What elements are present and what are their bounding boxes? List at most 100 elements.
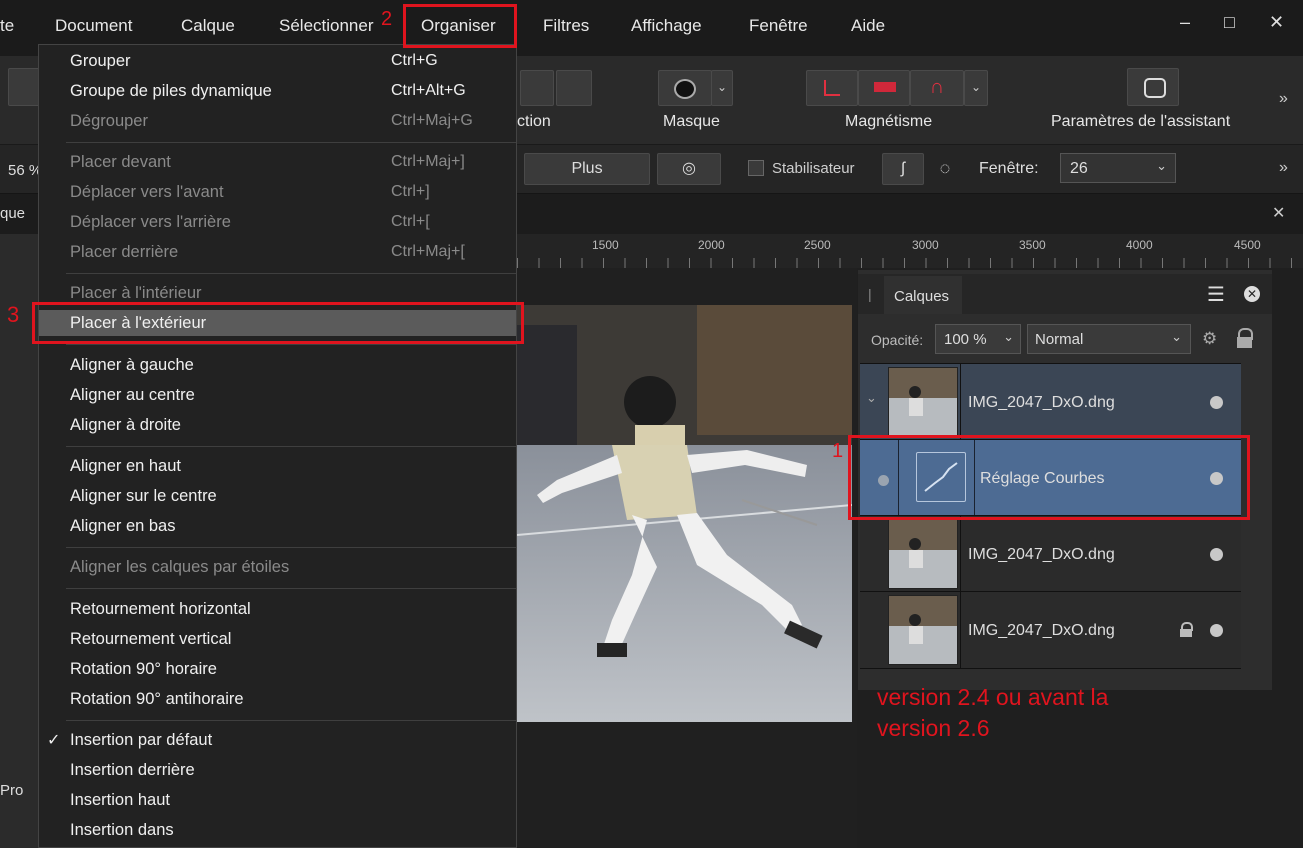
close-window-icon[interactable]: ✕	[1269, 12, 1284, 33]
layer-name: IMG_2047_DxO.dng	[968, 394, 1115, 411]
menu-selectionner[interactable]: Sélectionner	[279, 16, 374, 36]
more-button[interactable]: Plus	[524, 153, 650, 185]
row-divider	[960, 516, 961, 592]
layer-lock-icon-body	[1180, 629, 1192, 637]
ruler-ticks	[517, 258, 1303, 268]
checkmark-icon: ✓	[47, 732, 61, 749]
mask-label: Masque	[663, 113, 720, 130]
menu-item-insertion-haut[interactable]: Insertion haut	[70, 791, 170, 810]
shortcut-grouper: Ctrl+G	[391, 52, 438, 69]
left-panel-partial: Pro	[0, 782, 24, 799]
layer-name: IMG_2047_DxO.dng	[968, 546, 1115, 563]
menu-item-retournement-horizontal[interactable]: Retournement horizontal	[70, 600, 251, 619]
layer-row[interactable]: IMG_2047_DxO.dng	[860, 515, 1241, 592]
menu-item-aligner-droite[interactable]: Aligner à droite	[70, 416, 181, 435]
ruler-label: 1500	[592, 238, 619, 252]
menu-item-retournement-vertical[interactable]: Retournement vertical	[70, 630, 231, 649]
menu-aide[interactable]: Aide	[851, 16, 885, 36]
layers-options-bar: Opacité: 100 % ⌄ Normal ⌄ ⚙	[858, 318, 1272, 362]
menu-item-insertion-defaut[interactable]: Insertion par défaut	[70, 731, 212, 750]
panel-menu-icon[interactable]: ☰	[1207, 282, 1225, 307]
annotation-note-line2: version 2.6	[877, 715, 990, 741]
ruler-label: 4500	[1234, 238, 1261, 252]
menu-item-aligner-centre[interactable]: Aligner au centre	[70, 386, 195, 405]
lock-icon-body	[1237, 337, 1252, 348]
menu-item-insertion-derriere[interactable]: Insertion derrière	[70, 761, 195, 780]
menu-affichage[interactable]: Affichage	[631, 16, 702, 36]
magnet-icon[interactable]: ∩	[910, 70, 964, 106]
menu-document[interactable]: Document	[55, 16, 132, 36]
window-size-value: 26	[1070, 160, 1088, 177]
selection-icon[interactable]	[520, 70, 554, 106]
visibility-icon[interactable]	[1210, 396, 1223, 409]
assistant-label: Paramètres de l'assistant	[1051, 113, 1231, 130]
minimize-icon[interactable]: –	[1180, 12, 1190, 33]
visibility-icon[interactable]	[1210, 624, 1223, 637]
menu-item-deplacer-arriere: Déplacer vers l'arrière	[70, 213, 231, 231]
opacity-select[interactable]: 100 % ⌄	[935, 324, 1021, 354]
menu-item-rotation-antihoraire[interactable]: Rotation 90° antihoraire	[70, 690, 244, 709]
ruler-label: 3000	[912, 238, 939, 252]
menu-item-insertion-dans[interactable]: Insertion dans	[70, 821, 174, 840]
chevron-down-icon: ⌄	[1171, 329, 1182, 344]
selection-rect-icon[interactable]	[556, 70, 592, 106]
blend-mode-value: Normal	[1035, 331, 1084, 348]
toolbar-more-icon[interactable]: »	[1279, 90, 1288, 108]
window-mode-icon[interactable]: ◌	[930, 153, 960, 183]
menu-item-degrouper: Dégrouper	[70, 112, 148, 130]
annotation-step-2: 2	[381, 8, 393, 30]
menu-calque[interactable]: Calque	[181, 16, 235, 36]
annotation-box-placer-exterieur	[32, 302, 524, 344]
stabilizer-label: Stabilisateur	[772, 160, 855, 177]
gear-icon[interactable]: ⚙	[1202, 329, 1217, 349]
stabilizer-checkbox[interactable]	[748, 160, 764, 176]
ruler-label: 2000	[698, 238, 725, 252]
blend-mode-select[interactable]: Normal ⌄	[1027, 324, 1191, 354]
opacity-value: 100 %	[944, 331, 987, 348]
menu-item-groupe-piles[interactable]: Groupe de piles dynamique	[70, 82, 272, 101]
menu-item-aligner-sur-centre[interactable]: Aligner sur le centre	[70, 487, 217, 506]
snapping-toggle-icon[interactable]	[858, 70, 910, 106]
window-size-select[interactable]: 26 ⌄	[1060, 153, 1176, 183]
mask-button[interactable]	[658, 70, 712, 106]
close-tab-icon[interactable]: ✕	[1272, 203, 1285, 223]
shortcut-placer-derriere: Ctrl+Maj+[	[391, 243, 465, 260]
menu-separator	[66, 720, 516, 721]
visibility-icon[interactable]	[1210, 548, 1223, 561]
context-more-icon[interactable]: »	[1279, 159, 1288, 177]
menu-partial[interactable]: te	[0, 16, 14, 36]
fencer-photo[interactable]	[517, 305, 852, 722]
shortcut-placer-devant: Ctrl+Maj+]	[391, 153, 465, 170]
snapping-dropdown-icon[interactable]: ⌄	[964, 70, 988, 106]
snapping-grid-icon[interactable]	[806, 70, 858, 106]
rope-mode-icon[interactable]: ʃ	[882, 153, 924, 185]
menu-item-placer-derriere: Placer derrière	[70, 243, 179, 261]
menu-item-rotation-horaire[interactable]: Rotation 90° horaire	[70, 660, 217, 679]
window-label: Fenêtre:	[979, 160, 1039, 177]
row-divider	[960, 364, 961, 440]
maximize-icon[interactable]: □	[1224, 12, 1235, 33]
target-icon[interactable]: ◎	[657, 153, 721, 185]
chevron-down-icon: ⌄	[1003, 329, 1014, 344]
ruler-label: 2500	[804, 238, 831, 252]
panel-grip-icon: |	[868, 286, 872, 302]
chevron-down-icon[interactable]: ⌄	[866, 390, 877, 406]
panel-close-icon[interactable]: ✕	[1244, 286, 1260, 302]
menu-item-aligner-bas[interactable]: Aligner en bas	[70, 517, 176, 536]
tab-partial[interactable]: que	[0, 205, 25, 222]
menu-item-aligner-etoiles: Aligner les calques par étoiles	[70, 558, 290, 576]
menu-item-deplacer-avant: Déplacer vers l'avant	[70, 183, 224, 201]
toolbar-partial-icon[interactable]	[8, 68, 42, 106]
layer-row[interactable]: ⌄ IMG_2047_DxO.dng	[860, 363, 1241, 440]
ruler-label: 4000	[1126, 238, 1153, 252]
menu-item-aligner-gauche[interactable]: Aligner à gauche	[70, 356, 194, 375]
assistant-icon[interactable]	[1127, 68, 1179, 106]
menu-fenetre[interactable]: Fenêtre	[749, 16, 808, 36]
menu-item-aligner-haut[interactable]: Aligner en haut	[70, 457, 181, 476]
mask-dropdown-icon[interactable]: ⌄	[711, 70, 733, 106]
menu-filtres[interactable]: Filtres	[543, 16, 589, 36]
layer-row[interactable]: IMG_2047_DxO.dng	[860, 591, 1241, 669]
shortcut-groupe-piles: Ctrl+Alt+G	[391, 82, 466, 99]
menu-item-grouper[interactable]: Grouper	[70, 52, 131, 71]
tab-calques[interactable]: Calques	[884, 276, 962, 314]
